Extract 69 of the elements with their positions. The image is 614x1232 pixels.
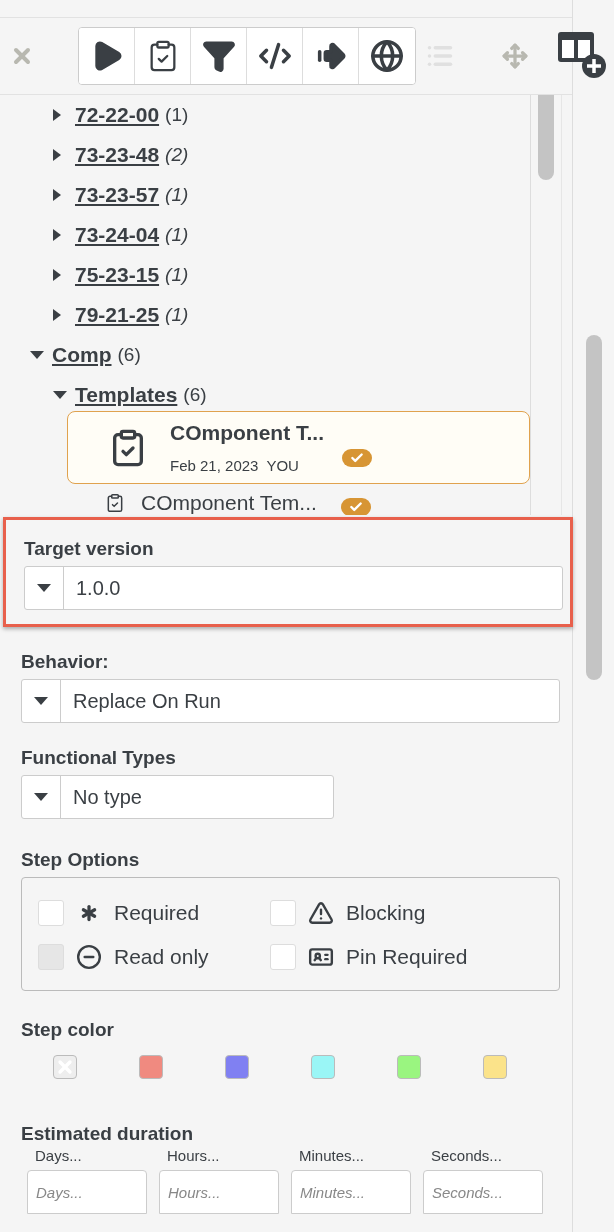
option-checkbox[interactable]: Blocking <box>270 900 543 926</box>
caret-down-icon[interactable] <box>53 391 67 399</box>
check-badge <box>340 498 371 515</box>
item-count: (1) <box>165 104 189 126</box>
duration-label: Seconds... <box>430 1147 503 1164</box>
no-color-swatch[interactable] <box>53 1055 77 1079</box>
warning-icon <box>308 900 334 926</box>
color-swatch[interactable] <box>225 1055 249 1079</box>
play-button[interactable] <box>79 28 135 84</box>
color-swatch[interactable] <box>483 1055 507 1079</box>
caret-down-icon[interactable] <box>30 351 44 359</box>
select-field[interactable]: No type <box>21 775 334 819</box>
file-owner: YOU <box>266 457 299 474</box>
item-count: (1) <box>165 184 189 206</box>
duration-input[interactable]: Days... <box>27 1170 147 1214</box>
filter-icon <box>201 39 236 73</box>
field-label: Functional Types <box>21 747 177 769</box>
tree-link[interactable]: 73-24-04 <box>75 223 160 247</box>
option-checkbox[interactable]: Pin Required <box>270 944 543 970</box>
duration-label: Hours... <box>166 1147 221 1164</box>
file-item[interactable]: COmponent Tem... <box>67 488 530 515</box>
caret-down-icon[interactable] <box>34 697 48 705</box>
color-swatch[interactable] <box>311 1055 335 1079</box>
duration-input[interactable]: Seconds... <box>423 1170 543 1214</box>
tree-link[interactable]: 73-23-48 <box>75 143 160 167</box>
item-count: (6) <box>117 344 141 366</box>
file-item[interactable]: COmponent T... Feb 21, 2023 YOU <box>67 411 530 484</box>
item-count: (1) <box>165 224 189 246</box>
duration-input[interactable]: Minutes... <box>291 1170 411 1214</box>
tree-link[interactable]: 79-21-25 <box>75 303 160 327</box>
minus-icon <box>76 944 102 970</box>
item-count: (1) <box>165 304 189 326</box>
caret-right-icon[interactable] <box>53 269 61 281</box>
color-swatch[interactable] <box>397 1055 421 1079</box>
duration-label: Days... <box>34 1147 83 1164</box>
caret-down-icon[interactable] <box>37 584 51 592</box>
field-label: Behavior: <box>21 651 110 673</box>
tree-link[interactable]: Comp <box>52 343 112 367</box>
tree-link[interactable]: 73-23-57 <box>75 183 160 207</box>
caret-right-icon[interactable] <box>53 189 61 201</box>
scrollbar-thumb[interactable] <box>585 335 602 680</box>
field-label: Target version <box>24 538 155 560</box>
item-count: (6) <box>183 384 207 406</box>
item-count: (1) <box>165 264 189 286</box>
globe-icon <box>370 39 404 73</box>
item-count: (2) <box>165 144 189 166</box>
tree-link[interactable]: Templates <box>75 383 178 407</box>
select-field[interactable]: 1.0.0 <box>24 566 563 610</box>
duration-input[interactable]: Hours... <box>159 1170 279 1214</box>
color-swatch[interactable] <box>139 1055 163 1079</box>
duration-label: Minutes... <box>298 1147 366 1164</box>
tree-link[interactable]: 75-23-15 <box>75 263 160 287</box>
section-title: Step color <box>21 1019 115 1041</box>
caret-down-icon[interactable] <box>34 793 48 801</box>
tree-link[interactable]: 72-22-00 <box>75 103 160 127</box>
section-title: Estimated duration <box>21 1123 195 1145</box>
caret-right-icon[interactable] <box>53 229 61 241</box>
caret-right-icon[interactable] <box>53 149 61 161</box>
select-field[interactable]: Replace On Run <box>21 679 560 723</box>
file-date: Feb 21, 2023 <box>170 457 259 474</box>
clipboard-icon <box>105 493 125 513</box>
file-title: COmponent Tem... <box>141 491 317 515</box>
caret-right-icon[interactable] <box>53 109 61 121</box>
check-badge <box>342 448 372 467</box>
file-title: COmponent T... <box>170 421 324 445</box>
option-checkbox[interactable]: Required <box>38 900 270 926</box>
caret-right-icon[interactable] <box>53 309 61 321</box>
scrollbar-thumb[interactable] <box>538 95 554 180</box>
section-title: Step Options <box>21 849 141 871</box>
